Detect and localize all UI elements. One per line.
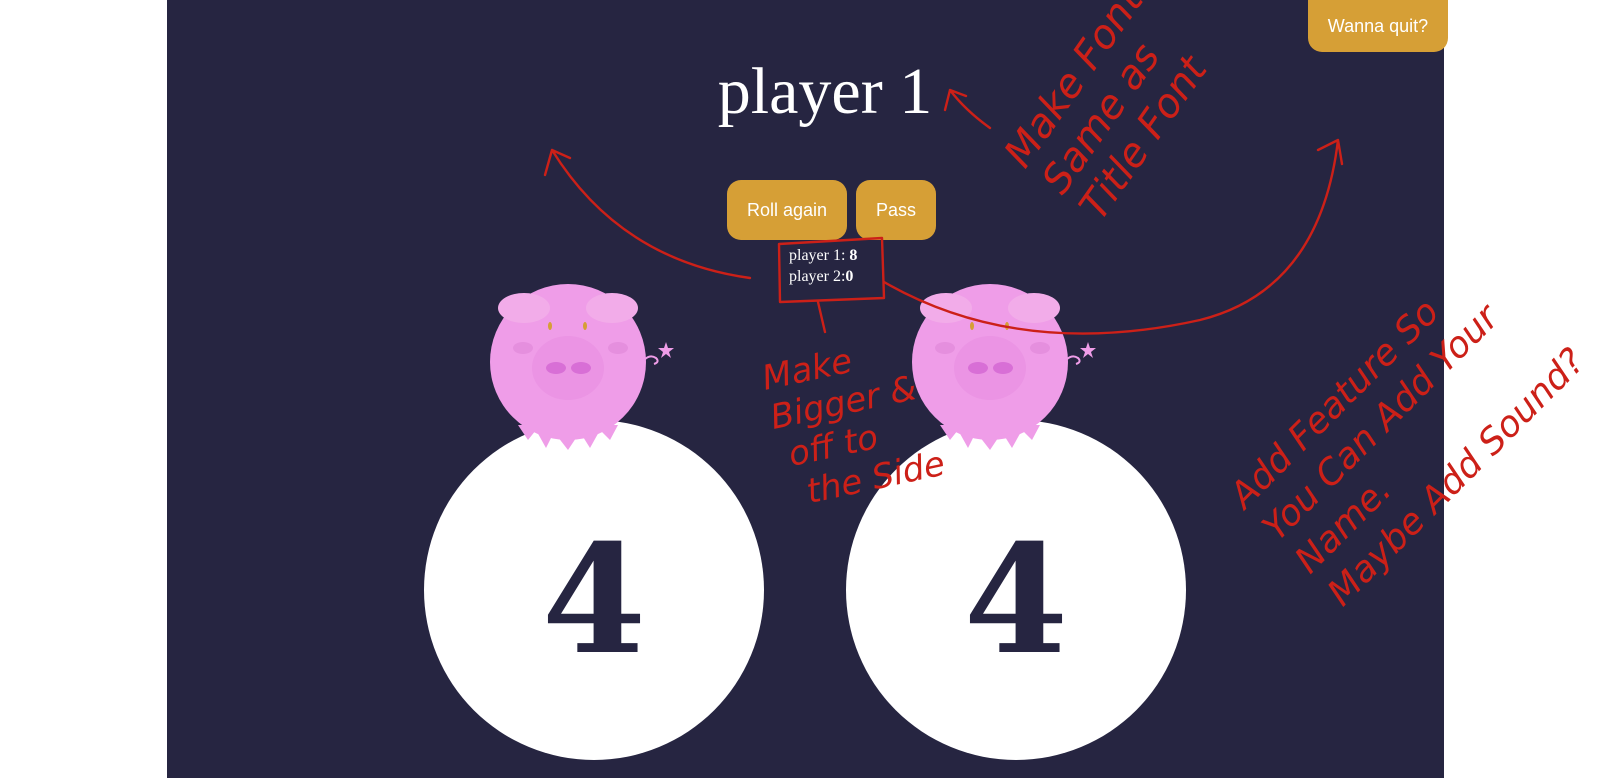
player-1-score: 8 bbox=[849, 247, 858, 264]
die-player-2: 4 bbox=[846, 420, 1186, 760]
die-value: 4 bbox=[541, 512, 647, 688]
player-2-score: 0 bbox=[845, 268, 854, 285]
player-2-score-row: player 2:0 bbox=[789, 266, 857, 287]
pig-icon bbox=[912, 284, 1096, 450]
player-2-label: player 2: bbox=[789, 268, 846, 285]
die-player-1: 4 bbox=[424, 420, 764, 760]
roll-again-button[interactable]: Roll again bbox=[727, 180, 847, 240]
current-player-title: player 1 bbox=[717, 55, 933, 128]
pig-icon bbox=[490, 284, 674, 450]
player-1-score-row: player 1: 8 bbox=[789, 245, 857, 266]
player-1-label: player 1: bbox=[789, 247, 850, 264]
pass-button[interactable]: Pass bbox=[856, 180, 936, 240]
die-value: 4 bbox=[963, 512, 1069, 688]
scoreboard: player 1: 8 player 2:0 bbox=[789, 245, 857, 287]
quit-button[interactable]: Wanna quit? bbox=[1308, 0, 1448, 52]
